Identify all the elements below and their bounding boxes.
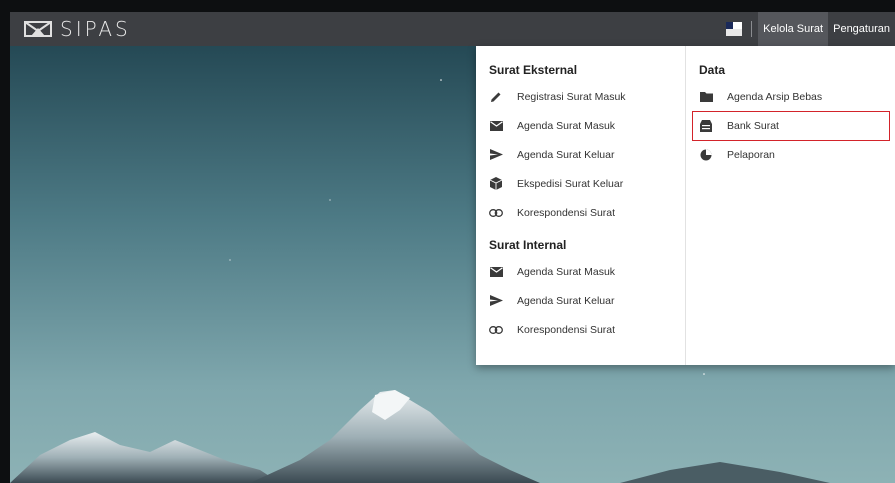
pie-chart-icon (699, 148, 713, 162)
language-flag-icon[interactable] (726, 22, 743, 36)
menu-item-label: Registrasi Surat Masuk (517, 90, 626, 103)
menu-item-label: Pelaporan (727, 148, 775, 161)
menu-item-korespondensi-surat-eksternal[interactable]: Korespondensi Surat (476, 198, 685, 227)
envelope-icon (489, 119, 503, 133)
topbar-right: Kelola Surat Pengaturan (726, 12, 895, 46)
menu-column-data: Data Agenda Arsip Bebas Bank Surat Pelap… (686, 46, 895, 365)
menu-item-label: Agenda Arsip Bebas (727, 90, 823, 103)
menu-item-label: Agenda Surat Keluar (517, 148, 615, 161)
folder-icon (699, 90, 713, 104)
top-navbar: SIPAS Kelola Surat Pengaturan (10, 12, 895, 46)
menu-item-label: Ekspedisi Surat Keluar (517, 177, 624, 190)
send-icon (489, 148, 503, 162)
archive-icon (699, 119, 713, 133)
section-title-surat-internal: Surat Internal (489, 238, 567, 252)
menu-item-bank-surat[interactable]: Bank Surat (686, 111, 895, 141)
app-name: SIPAS (60, 17, 131, 41)
menu-item-agenda-surat-keluar-eksternal[interactable]: Agenda Surat Keluar (476, 140, 685, 169)
link-icon (489, 323, 503, 337)
menu-item-korespondensi-surat-internal[interactable]: Korespondensi Surat (476, 315, 685, 344)
pencil-icon (489, 90, 503, 104)
menu-item-label: Korespondensi Surat (517, 206, 616, 219)
menu-item-agenda-surat-keluar-internal[interactable]: Agenda Surat Keluar (476, 286, 685, 315)
menu-item-label: Agenda Surat Masuk (517, 265, 616, 278)
menu-item-ekspedisi-surat-keluar[interactable]: Ekspedisi Surat Keluar (476, 169, 685, 198)
menu-item-agenda-surat-masuk-eksternal[interactable]: Agenda Surat Masuk (476, 111, 685, 140)
box-icon (489, 177, 503, 191)
sipas-logo-icon (24, 21, 52, 37)
section-title-surat-eksternal: Surat Eksternal (489, 63, 578, 77)
envelope-icon (489, 265, 503, 279)
section-title-data: Data (699, 63, 726, 77)
menu-item-agenda-arsip-bebas[interactable]: Agenda Arsip Bebas (686, 82, 895, 111)
kelola-surat-dropdown-menu: Surat Eksternal Registrasi Surat Masuk A… (476, 46, 895, 365)
menu-item-label: Bank Surat (727, 119, 779, 132)
nav-divider (751, 21, 753, 37)
menu-item-label: Agenda Surat Keluar (517, 294, 615, 307)
menu-item-agenda-surat-masuk-internal[interactable]: Agenda Surat Masuk (476, 257, 685, 286)
menu-item-label: Korespondensi Surat (517, 323, 616, 336)
menu-item-pelaporan[interactable]: Pelaporan (686, 140, 895, 169)
menu-item-label: Agenda Surat Masuk (517, 119, 616, 132)
menu-item-registrasi-surat-masuk[interactable]: Registrasi Surat Masuk (476, 82, 685, 111)
send-icon (489, 294, 503, 308)
link-icon (489, 206, 503, 220)
nav-kelola-surat[interactable]: Kelola Surat (758, 12, 829, 46)
menu-column-surat: Surat Eksternal Registrasi Surat Masuk A… (476, 46, 686, 365)
nav-pengaturan[interactable]: Pengaturan (828, 12, 895, 46)
app-logo[interactable]: SIPAS (24, 17, 131, 41)
